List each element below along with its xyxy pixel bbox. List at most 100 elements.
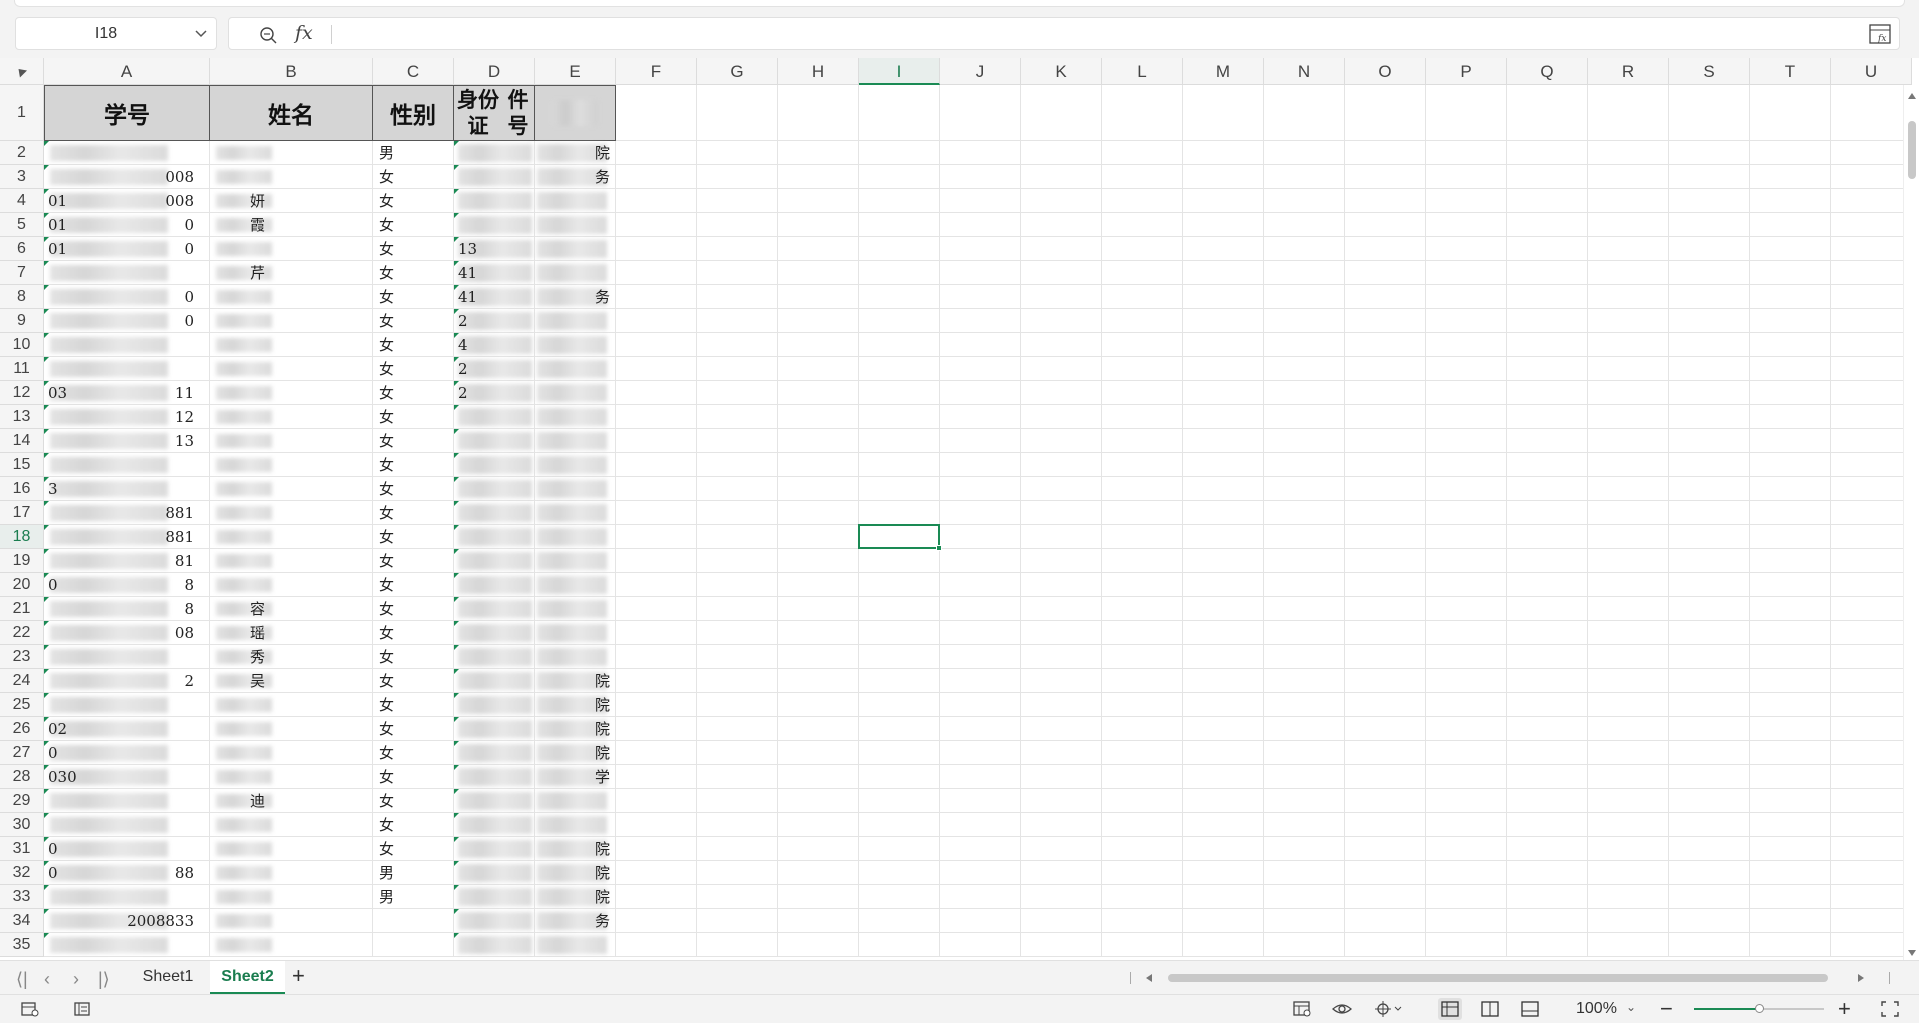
table-header-E[interactable] <box>535 85 616 141</box>
column-header-T[interactable]: T <box>1750 58 1831 85</box>
cell-A21[interactable]: 8 <box>104 597 204 621</box>
cell-C13[interactable]: 女 <box>379 405 394 429</box>
cell-A13[interactable]: 12 <box>104 405 204 429</box>
scroll-right-icon[interactable] <box>1858 974 1864 982</box>
row-header-24[interactable]: 24 <box>0 669 44 693</box>
zoom-level[interactable]: 100% <box>1576 1000 1617 1018</box>
scroll-down-icon[interactable] <box>1908 950 1916 956</box>
cell-C15[interactable]: 女 <box>379 453 394 477</box>
cell-C29[interactable]: 女 <box>379 789 394 813</box>
column-header-A[interactable]: A <box>44 58 210 85</box>
cell-C19[interactable]: 女 <box>379 549 394 573</box>
cell-E34[interactable]: 务 <box>595 909 610 933</box>
eye-protection-icon[interactable] <box>1332 1000 1352 1018</box>
cell-A14[interactable]: 13 <box>104 429 204 453</box>
column-header-J[interactable]: J <box>940 58 1021 85</box>
cell-A8[interactable]: 0 <box>104 285 204 309</box>
cell-C32[interactable]: 男 <box>379 861 394 885</box>
cell-C9[interactable]: 女 <box>379 309 394 333</box>
column-header-B[interactable]: B <box>210 58 373 85</box>
sheet-tab-1[interactable]: Sheet1 <box>128 961 208 994</box>
cell-E3[interactable]: 务 <box>595 165 610 189</box>
row-header-29[interactable]: 29 <box>0 789 44 813</box>
cell-A9[interactable]: 0 <box>104 309 204 333</box>
row-header-14[interactable]: 14 <box>0 429 44 453</box>
row-header-27[interactable]: 27 <box>0 741 44 765</box>
row-header-19[interactable]: 19 <box>0 549 44 573</box>
row-header-16[interactable]: 16 <box>0 477 44 501</box>
last-sheet-icon[interactable]: |⟩ <box>98 969 110 990</box>
column-header-O[interactable]: O <box>1345 58 1426 85</box>
zoom-in-button[interactable]: + <box>1838 996 1851 1022</box>
selected-cell[interactable] <box>858 524 940 549</box>
cell-C23[interactable]: 女 <box>379 645 394 669</box>
select-all-corner[interactable] <box>0 58 44 85</box>
cell-A28-prefix[interactable]: 030 <box>48 765 77 789</box>
cell-C8[interactable]: 女 <box>379 285 394 309</box>
cell-A19[interactable]: 81 <box>104 549 204 573</box>
cell-A18[interactable]: 881 <box>104 525 204 549</box>
column-header-P[interactable]: P <box>1426 58 1507 85</box>
row-header-8[interactable]: 8 <box>0 285 44 309</box>
cell-C3[interactable]: 女 <box>379 165 394 189</box>
row-header-28[interactable]: 28 <box>0 765 44 789</box>
cell-E8[interactable]: 务 <box>595 285 610 309</box>
cell-C11[interactable]: 女 <box>379 357 394 381</box>
cell-C16[interactable]: 女 <box>379 477 394 501</box>
column-header-S[interactable]: S <box>1669 58 1750 85</box>
cell-A32[interactable]: 88 <box>104 861 204 885</box>
row-header-10[interactable]: 10 <box>0 333 44 357</box>
vertical-scrollbar[interactable] <box>1903 85 1919 960</box>
cell-A12-prefix[interactable]: 03 <box>48 381 67 405</box>
cell-C33[interactable]: 男 <box>379 885 394 909</box>
table-header-C[interactable]: 性别 <box>373 85 454 141</box>
column-header-F[interactable]: F <box>616 58 697 85</box>
cell-B29[interactable]: 迪 <box>250 789 265 813</box>
column-header-U[interactable]: U <box>1831 58 1912 85</box>
cell-B22[interactable]: 瑶 <box>250 621 265 645</box>
table-header-A[interactable]: 学号 <box>44 85 210 141</box>
cell-A34[interactable]: 2008833 <box>104 909 204 933</box>
prev-sheet-icon[interactable]: ‹ <box>44 969 50 990</box>
row-header-11[interactable]: 11 <box>0 357 44 381</box>
cell-A27-prefix[interactable]: 0 <box>48 741 58 765</box>
page-break-button[interactable] <box>1518 998 1542 1020</box>
row-header-35[interactable]: 35 <box>0 933 44 957</box>
macro-record-icon[interactable] <box>20 1000 40 1018</box>
cell-E24[interactable]: 院 <box>595 669 610 693</box>
table-header-B[interactable]: 姓名 <box>210 85 373 141</box>
cell-B7[interactable]: 芹 <box>250 261 265 285</box>
zoom-slider[interactable] <box>1694 1004 1824 1013</box>
cell-A22[interactable]: 08 <box>104 621 204 645</box>
cell-D6[interactable]: 13 <box>458 237 477 261</box>
spreadsheet-grid[interactable]: ABCDEFGHIJKLMNOPQRSTU 1 2 3 4 5 6 7 8 9 10 11 12 13 1… <box>0 58 1919 960</box>
cell-B5[interactable]: 霞 <box>250 213 265 237</box>
row-header-25[interactable]: 25 <box>0 693 44 717</box>
row-header-33[interactable]: 33 <box>0 885 44 909</box>
freeze-options-icon[interactable] <box>1374 1000 1404 1018</box>
cell-C5[interactable]: 女 <box>379 213 394 237</box>
column-header-G[interactable]: G <box>697 58 778 85</box>
cell-E26[interactable]: 院 <box>595 717 610 741</box>
row-header-7[interactable]: 7 <box>0 261 44 285</box>
cell-E28[interactable]: 学 <box>595 765 610 789</box>
horizontal-scrollbar[interactable] <box>1130 971 1890 985</box>
expand-formula-icon[interactable]: fx <box>1869 24 1891 44</box>
cell-C18[interactable]: 女 <box>379 525 394 549</box>
row-header-21[interactable]: 21 <box>0 597 44 621</box>
cell-C4[interactable]: 女 <box>379 189 394 213</box>
cell-C24[interactable]: 女 <box>379 669 394 693</box>
row-header-34[interactable]: 34 <box>0 909 44 933</box>
cell-B23[interactable]: 秀 <box>250 645 265 669</box>
cell-E33[interactable]: 院 <box>595 885 610 909</box>
column-header-I[interactable]: I <box>859 58 940 85</box>
cell-C20[interactable]: 女 <box>379 573 394 597</box>
column-header-E[interactable]: E <box>535 58 616 85</box>
row-header-13[interactable]: 13 <box>0 405 44 429</box>
cell-D11[interactable]: 2 <box>458 357 468 381</box>
cell-C27[interactable]: 女 <box>379 741 394 765</box>
cell-A5-prefix[interactable]: 01 <box>48 213 67 237</box>
cell-A3[interactable]: 008 <box>104 165 204 189</box>
fx-icon[interactable]: fx <box>295 22 313 44</box>
table-style-icon[interactable] <box>1292 1000 1312 1018</box>
